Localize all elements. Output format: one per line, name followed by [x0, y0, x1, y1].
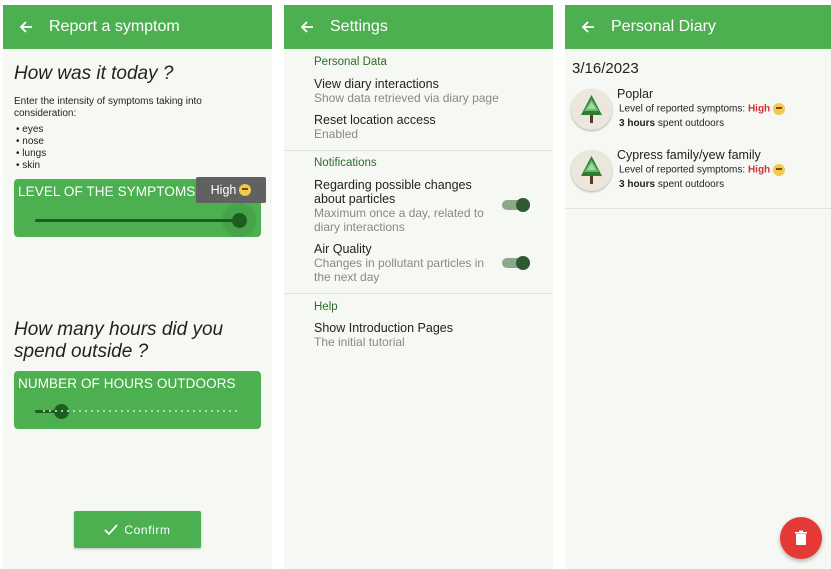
toggle-knob: [516, 198, 530, 212]
app-bar: Settings: [284, 5, 553, 49]
report-symptom-screen: Report a symptom How was it today ? Ente…: [3, 5, 272, 569]
setting-introduction-pages[interactable]: Show Introduction Pages The initial tuto…: [314, 321, 534, 349]
entry-level: Level of reported symptoms: High: [619, 103, 785, 115]
diary-entry[interactable]: Cypress family/yew family Level of repor…: [571, 148, 826, 194]
app-bar: Report a symptom: [3, 5, 272, 49]
tree-icon: [571, 150, 612, 191]
entry-hours: 3 hours spent outdoors: [619, 179, 724, 190]
setting-subtitle: Maximum once a day, related to diary int…: [314, 206, 484, 234]
setting-view-diary[interactable]: View diary interactions Show data retrie…: [314, 77, 534, 105]
hours-outdoors-label: NUMBER OF HOURS OUTDOORS: [18, 376, 236, 391]
setting-title: Air Quality: [314, 242, 372, 256]
symptom-level-label: LEVEL OF THE SYMPTOMS: [18, 184, 196, 199]
level-value: High: [747, 103, 771, 115]
section-notifications: Notifications: [314, 157, 377, 169]
page-title: Settings: [330, 18, 388, 35]
personal-diary-screen: Personal Diary 3/16/2023 Poplar Level of…: [565, 5, 831, 569]
entry-hours: 3 hours spent outdoors: [619, 118, 724, 129]
diary-entry[interactable]: Poplar Level of reported symptoms: High …: [571, 87, 826, 133]
list-item: eyes: [16, 124, 46, 136]
symptom-level-thumb[interactable]: [232, 213, 247, 228]
delete-button[interactable]: [780, 517, 822, 559]
diary-date: 3/16/2023: [572, 60, 639, 77]
level-value: High: [747, 164, 771, 176]
list-item: lungs: [16, 148, 46, 160]
setting-title: Show Introduction Pages: [314, 321, 453, 335]
divider: [284, 150, 553, 151]
hours-tick-marks: [41, 410, 239, 412]
setting-subtitle: Enabled: [314, 127, 359, 141]
setting-subtitle: The initial tutorial: [314, 335, 405, 349]
emoji-icon: [772, 103, 785, 115]
hours-outdoors-card: NUMBER OF HOURS OUTDOORS: [14, 371, 261, 429]
setting-particles-notification[interactable]: Regarding possible changes about particl…: [314, 178, 494, 234]
level-tooltip-text: High: [210, 183, 237, 197]
page-title: Personal Diary: [611, 18, 716, 35]
body-parts-list: eyes nose lungs skin: [16, 124, 46, 172]
hours-suffix: spent outdoors: [657, 179, 725, 190]
section-personal-data: Personal Data: [314, 56, 387, 68]
setting-air-quality[interactable]: Air Quality Changes in pollutant particl…: [314, 242, 494, 284]
setting-title: Reset location access: [314, 113, 436, 127]
question-hours: How many hours did you spend outside ?: [14, 319, 224, 362]
back-arrow-icon[interactable]: [3, 19, 49, 35]
entry-plant-name: Poplar: [617, 87, 654, 101]
back-arrow-icon[interactable]: [565, 19, 611, 35]
emoji-icon: [239, 184, 252, 196]
question-today: How was it today ?: [14, 63, 174, 84]
setting-subtitle: Show data retrieved via diary page: [314, 91, 499, 105]
section-help: Help: [314, 301, 338, 313]
instructions-text: Enter the intensity of symptoms taking i…: [14, 96, 202, 119]
back-arrow-icon[interactable]: [284, 19, 330, 35]
level-prefix: Level of reported symptoms:: [619, 164, 746, 176]
level-prefix: Level of reported symptoms:: [619, 103, 746, 115]
symptom-level-track[interactable]: [35, 219, 240, 222]
settings-screen: Settings Personal Data View diary intera…: [284, 5, 553, 569]
level-value-tooltip: High: [196, 177, 266, 203]
toggle-knob: [516, 256, 530, 270]
particles-toggle[interactable]: [502, 198, 530, 212]
setting-title: View diary interactions: [314, 77, 439, 91]
entry-level: Level of reported symptoms: High: [619, 164, 785, 176]
confirm-button[interactable]: Confirm: [74, 511, 201, 548]
divider: [565, 208, 831, 209]
hours-suffix: spent outdoors: [657, 118, 725, 129]
list-item: nose: [16, 136, 46, 148]
page-title: Report a symptom: [49, 18, 180, 35]
divider: [284, 293, 553, 294]
tree-icon: [571, 89, 612, 130]
list-item: skin: [16, 160, 46, 172]
setting-title: Regarding possible changes about particl…: [314, 178, 472, 206]
setting-subtitle: Changes in pollutant particles in the ne…: [314, 256, 485, 284]
entry-plant-name: Cypress family/yew family: [617, 148, 761, 162]
check-icon: [104, 523, 119, 535]
confirm-label: Confirm: [124, 522, 171, 537]
air-quality-toggle[interactable]: [502, 256, 530, 270]
emoji-icon: [772, 164, 785, 176]
trash-icon: [795, 530, 807, 545]
hours-value: 3 hours: [619, 179, 656, 190]
app-bar: Personal Diary: [565, 5, 831, 49]
hours-value: 3 hours: [619, 118, 656, 129]
setting-reset-location[interactable]: Reset location access Enabled: [314, 113, 534, 141]
